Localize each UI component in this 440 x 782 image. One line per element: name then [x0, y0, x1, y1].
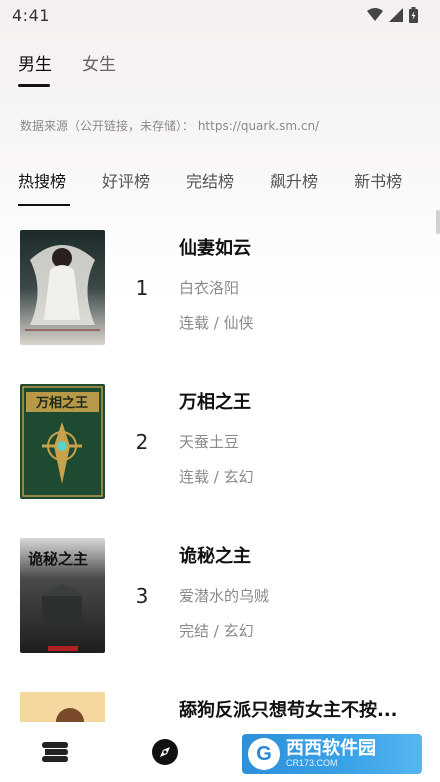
book-cover[interactable] [20, 230, 105, 345]
book-meta: 连载 / 玄幻 [179, 468, 254, 486]
book-author: 天蚕土豆 [179, 433, 240, 451]
svg-text:万相之王: 万相之王 [35, 395, 88, 411]
status-bar: 4:41 [0, 0, 440, 30]
book-meta: 连载 / 仙侠 [179, 314, 254, 332]
watermark-subtext: CR173.COM [286, 758, 338, 768]
status-time: 4:41 [12, 5, 50, 25]
book-list-item[interactable]: 万相之王 2 万相之王 天蚕土豆 连载 / 玄幻 [0, 384, 440, 500]
watermark-logo: G 西西软件园 CR173.COM [242, 734, 422, 774]
compass-icon [152, 739, 178, 765]
book-list-item[interactable]: 诡秘之主 3 诡秘之主 爱潜水的乌贼 完结 / 玄幻 [0, 538, 440, 654]
book-author: 爱潜水的乌贼 [179, 587, 270, 605]
book-title: 仙妻如云 [179, 238, 251, 259]
tab-top-rated[interactable]: 好评榜 [102, 168, 150, 206]
watermark-text: 西西软件园 [286, 738, 376, 759]
tab-new-books[interactable]: 新书榜 [354, 168, 402, 206]
rank-number: 2 [135, 430, 149, 454]
nav-bookshelf[interactable] [39, 736, 71, 768]
battery-icon [409, 7, 418, 23]
wifi-icon [367, 8, 383, 21]
book-title: 舔狗反派只想苟女主不按... [179, 700, 398, 721]
svg-text:诡秘之主: 诡秘之主 [28, 550, 88, 568]
book-title: 诡秘之主 [179, 546, 251, 567]
stack-icon [42, 742, 68, 762]
gender-tabs: 男生 女生 [18, 50, 116, 87]
watermark-logo-mark: G [248, 738, 280, 770]
tab-completed[interactable]: 完结榜 [186, 168, 234, 206]
bottom-nav: G 西西软件园 CR173.COM [0, 722, 440, 782]
rank-number: 1 [135, 276, 149, 300]
rank-number: 3 [135, 584, 149, 608]
status-icons [367, 7, 418, 23]
book-list-item[interactable]: 1 仙妻如云 白衣洛阳 连载 / 仙侠 [0, 230, 440, 346]
book-meta: 完结 / 玄幻 [179, 622, 254, 640]
book-cover[interactable]: 万相之王 [20, 384, 105, 499]
data-source-note: 数据来源（公开链接，未存储）： https://quark.sm.cn/ [20, 119, 320, 133]
tab-female[interactable]: 女生 [82, 50, 116, 87]
tab-male[interactable]: 男生 [18, 50, 52, 87]
book-title: 万相之王 [179, 392, 251, 413]
ranking-tabs: 热搜榜 好评榜 完结榜 飙升榜 新书榜 [18, 168, 440, 206]
cellular-signal-icon [389, 8, 403, 22]
book-author: 白衣洛阳 [179, 279, 240, 297]
nav-discover[interactable] [149, 736, 181, 768]
tab-hot-search[interactable]: 热搜榜 [18, 168, 71, 206]
tab-rising[interactable]: 飙升榜 [270, 168, 318, 206]
book-cover[interactable]: 诡秘之主 [20, 538, 105, 653]
